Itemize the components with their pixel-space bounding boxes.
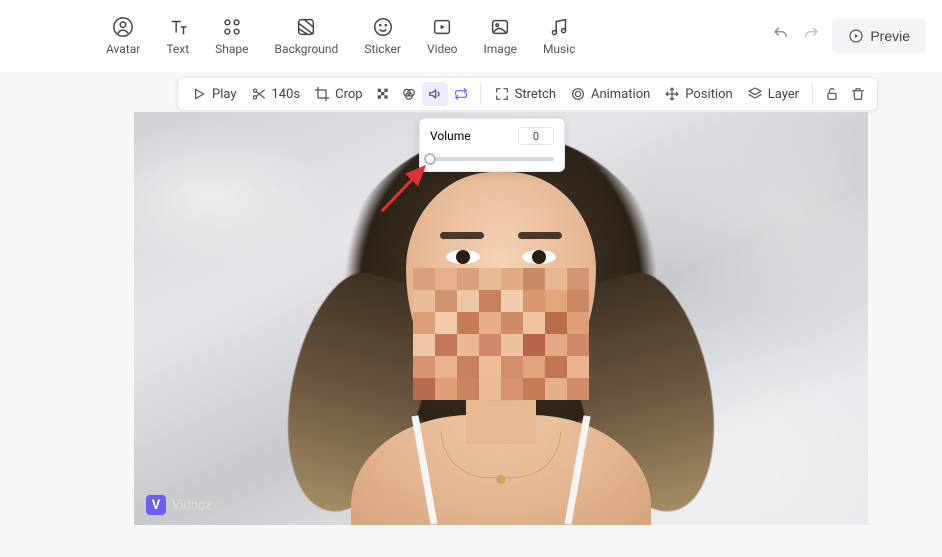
stage-wrapper: Play 140s Crop Stretch Animation bbox=[0, 72, 942, 557]
trash-icon bbox=[850, 86, 866, 102]
tab-text[interactable]: Text bbox=[166, 16, 189, 56]
volume-slider[interactable] bbox=[430, 157, 554, 161]
toolbar-separator bbox=[480, 84, 481, 104]
preview-button[interactable]: Previe bbox=[832, 18, 926, 54]
delete-button[interactable] bbox=[845, 82, 871, 106]
play-label: Play bbox=[212, 87, 237, 102]
stretch-label: Stretch bbox=[515, 87, 556, 102]
redo-icon bbox=[802, 25, 820, 43]
undo-icon bbox=[772, 25, 790, 43]
image-icon bbox=[489, 16, 511, 38]
preview-label: Previe bbox=[870, 28, 910, 44]
play-circle-icon bbox=[848, 28, 864, 44]
animation-button[interactable]: Animation bbox=[563, 82, 657, 106]
stretch-icon bbox=[494, 86, 510, 102]
eye-right bbox=[522, 250, 556, 264]
tab-label: Avatar bbox=[106, 42, 140, 56]
text-icon bbox=[167, 16, 189, 38]
loop-icon bbox=[453, 86, 469, 102]
tab-label: Shape bbox=[215, 42, 248, 56]
face-mosaic bbox=[413, 268, 589, 400]
transparency-button[interactable] bbox=[370, 82, 396, 106]
tab-background[interactable]: Background bbox=[275, 16, 339, 56]
sticker-icon bbox=[372, 16, 394, 38]
volume-icon bbox=[427, 86, 443, 102]
video-icon bbox=[431, 16, 453, 38]
tab-shape[interactable]: Shape bbox=[215, 16, 248, 56]
checkerboard-icon bbox=[375, 86, 391, 102]
layer-button[interactable]: Layer bbox=[740, 82, 806, 106]
tab-label: Music bbox=[543, 42, 575, 56]
brow-right bbox=[518, 232, 562, 239]
loop-button[interactable] bbox=[448, 82, 474, 106]
layer-label: Layer bbox=[768, 87, 799, 102]
avatar-icon bbox=[112, 16, 134, 38]
volume-label: Volume bbox=[430, 129, 471, 143]
eye-left bbox=[446, 250, 480, 264]
music-icon bbox=[548, 16, 570, 38]
tab-label: Background bbox=[275, 42, 339, 56]
tab-sticker[interactable]: Sticker bbox=[364, 16, 401, 56]
crop-label: Crop bbox=[335, 87, 362, 102]
position-button[interactable]: Position bbox=[657, 82, 739, 106]
topbar-right: Previe bbox=[772, 18, 926, 54]
filter-icon bbox=[401, 86, 417, 102]
volume-popover: Volume 0 bbox=[419, 118, 565, 172]
unlock-button[interactable] bbox=[819, 82, 845, 106]
crop-icon bbox=[314, 86, 330, 102]
tab-image[interactable]: Image bbox=[484, 16, 517, 56]
tab-music[interactable]: Music bbox=[543, 16, 575, 56]
tab-label: Sticker bbox=[364, 42, 401, 56]
redo-button[interactable] bbox=[802, 25, 820, 47]
top-toolbar: Avatar Text Shape Background Sticker Vid… bbox=[0, 0, 942, 72]
crop-button[interactable]: Crop bbox=[307, 82, 369, 106]
position-label: Position bbox=[685, 87, 732, 102]
tab-label: Video bbox=[427, 42, 458, 56]
canvas[interactable]: V Vidnoz bbox=[134, 112, 868, 525]
tab-label: Image bbox=[484, 42, 517, 56]
play-icon bbox=[191, 86, 207, 102]
tab-video[interactable]: Video bbox=[427, 16, 458, 56]
brow-left bbox=[440, 232, 484, 239]
scissors-icon bbox=[251, 86, 267, 102]
filter-button[interactable] bbox=[396, 82, 422, 106]
duration-label: 140s bbox=[272, 87, 301, 102]
annotation-arrow bbox=[374, 157, 436, 219]
volume-button[interactable] bbox=[422, 82, 448, 106]
shape-icon bbox=[221, 16, 243, 38]
tab-avatar[interactable]: Avatar bbox=[106, 16, 140, 56]
tab-label: Text bbox=[166, 42, 189, 56]
duration-button[interactable]: 140s bbox=[244, 82, 308, 106]
position-icon bbox=[664, 86, 680, 102]
undo-button[interactable] bbox=[772, 25, 790, 47]
animation-icon bbox=[570, 86, 586, 102]
category-tabs: Avatar Text Shape Background Sticker Vid… bbox=[106, 16, 575, 56]
background-icon bbox=[295, 16, 317, 38]
play-button[interactable]: Play bbox=[184, 82, 244, 106]
volume-value[interactable]: 0 bbox=[518, 127, 554, 145]
watermark: V Vidnoz bbox=[146, 495, 212, 515]
animation-label: Animation bbox=[591, 87, 650, 102]
unlock-icon bbox=[824, 86, 840, 102]
element-toolbar: Play 140s Crop Stretch Animation bbox=[177, 77, 878, 111]
stretch-button[interactable]: Stretch bbox=[487, 82, 563, 106]
watermark-text: Vidnoz bbox=[172, 498, 212, 513]
toolbar-separator bbox=[812, 84, 813, 104]
layer-icon bbox=[747, 86, 763, 102]
watermark-badge: V bbox=[146, 495, 166, 515]
